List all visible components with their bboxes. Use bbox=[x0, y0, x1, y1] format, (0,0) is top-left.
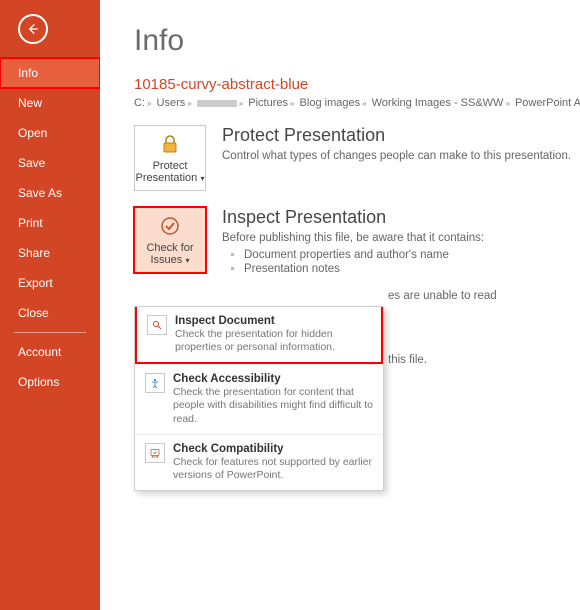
page-heading: Info bbox=[134, 24, 580, 58]
sidebar-item-label: Export bbox=[18, 276, 53, 290]
accessibility-icon bbox=[145, 373, 165, 393]
sidebar-item-label: Options bbox=[18, 375, 59, 389]
sidebar-item-print[interactable]: Print bbox=[0, 208, 100, 238]
sidebar-item-close[interactable]: Close bbox=[0, 298, 100, 328]
sidebar-divider bbox=[14, 332, 86, 333]
sidebar-item-label: Account bbox=[18, 345, 61, 359]
sidebar-item-label: Open bbox=[18, 126, 47, 140]
breadcrumb-part: Users bbox=[157, 97, 186, 109]
sidebar-item-label: Info bbox=[18, 66, 38, 80]
compatibility-icon bbox=[145, 443, 165, 463]
chevron-down-icon: ▾ bbox=[198, 174, 204, 183]
sidebar-item-save[interactable]: Save bbox=[0, 148, 100, 178]
sidebar-item-label: Print bbox=[18, 216, 43, 230]
sidebar-item-label: Share bbox=[18, 246, 50, 260]
tile-label: Protect Presentation bbox=[135, 160, 197, 184]
sidebar-item-saveas[interactable]: Save As bbox=[0, 178, 100, 208]
sidebar-items: Info New Open Save Save As Print Share E… bbox=[0, 58, 100, 397]
sidebar-item-share[interactable]: Share bbox=[0, 238, 100, 268]
menu-item-check-compatibility[interactable]: Check Compatibility Check for features n… bbox=[135, 434, 383, 490]
check-for-issues-menu: Inspect Document Check the presentation … bbox=[134, 306, 384, 491]
checklist-icon bbox=[158, 214, 182, 238]
sidebar-item-account[interactable]: Account bbox=[0, 337, 100, 367]
menu-item-check-accessibility[interactable]: Check Accessibility Check the presentati… bbox=[135, 364, 383, 433]
sidebar-item-label: Save As bbox=[18, 186, 62, 200]
lock-icon bbox=[158, 132, 182, 156]
breadcrumb-part: Pictures bbox=[248, 97, 288, 109]
protect-section: Protect Presentation ▾ Protect Presentat… bbox=[134, 125, 580, 191]
sidebar-item-options[interactable]: Options bbox=[0, 367, 100, 397]
inspect-intro: Before publishing this file, be aware th… bbox=[222, 232, 484, 244]
obscured-text-line: this file. bbox=[388, 354, 427, 366]
breadcrumb-part: Working Images - SS&WW bbox=[372, 97, 504, 109]
protect-presentation-tile[interactable]: Protect Presentation ▾ bbox=[134, 125, 206, 191]
inspect-bullets: Document properties and author's name Pr… bbox=[232, 248, 484, 276]
backstage-sidebar: Info New Open Save Save As Print Share E… bbox=[0, 0, 100, 610]
check-for-issues-tile[interactable]: Check for Issues ▾ bbox=[134, 207, 206, 273]
menu-item-title: Check Accessibility bbox=[173, 373, 373, 385]
menu-item-inspect-document[interactable]: Inspect Document Check the presentation … bbox=[135, 307, 383, 364]
breadcrumb-part: PowerPoint Article - Working bbox=[515, 97, 580, 109]
protect-heading: Protect Presentation bbox=[222, 125, 571, 146]
arrow-left-icon bbox=[25, 21, 41, 37]
backstage-main: Info 10185-curvy-abstract-blue C:» Users… bbox=[100, 0, 580, 610]
obscured-text-line: es are unable to read bbox=[388, 290, 497, 302]
breadcrumb[interactable]: C:» Users» » Pictures» Blog images» Work… bbox=[134, 97, 580, 109]
inspect-section: Check for Issues ▾ Inspect Presentation … bbox=[134, 207, 580, 276]
sidebar-item-label: Save bbox=[18, 156, 45, 170]
document-title: 10185-curvy-abstract-blue bbox=[134, 76, 580, 93]
inspect-bullet: Presentation notes bbox=[244, 262, 484, 276]
breadcrumb-part: C: bbox=[134, 97, 145, 109]
menu-item-title: Check Compatibility bbox=[173, 443, 373, 455]
sidebar-item-label: Close bbox=[18, 306, 49, 320]
menu-item-desc: Check for features not supported by earl… bbox=[173, 456, 373, 482]
sidebar-item-open[interactable]: Open bbox=[0, 118, 100, 148]
chevron-down-icon: ▾ bbox=[183, 256, 189, 265]
magnifier-icon bbox=[147, 315, 167, 335]
breadcrumb-part: Blog images bbox=[300, 97, 361, 109]
sidebar-item-export[interactable]: Export bbox=[0, 268, 100, 298]
sidebar-item-label: New bbox=[18, 96, 42, 110]
menu-item-desc: Check the presentation for content that … bbox=[173, 386, 373, 425]
breadcrumb-redacted bbox=[197, 100, 237, 107]
menu-item-desc: Check the presentation for hidden proper… bbox=[175, 328, 371, 354]
back-button[interactable] bbox=[18, 14, 48, 44]
sidebar-item-new[interactable]: New bbox=[0, 88, 100, 118]
menu-item-title: Inspect Document bbox=[175, 315, 371, 327]
protect-desc: Control what types of changes people can… bbox=[222, 150, 571, 162]
sidebar-item-info[interactable]: Info bbox=[0, 58, 100, 88]
inspect-heading: Inspect Presentation bbox=[222, 207, 484, 228]
inspect-bullet: Document properties and author's name bbox=[244, 248, 484, 262]
